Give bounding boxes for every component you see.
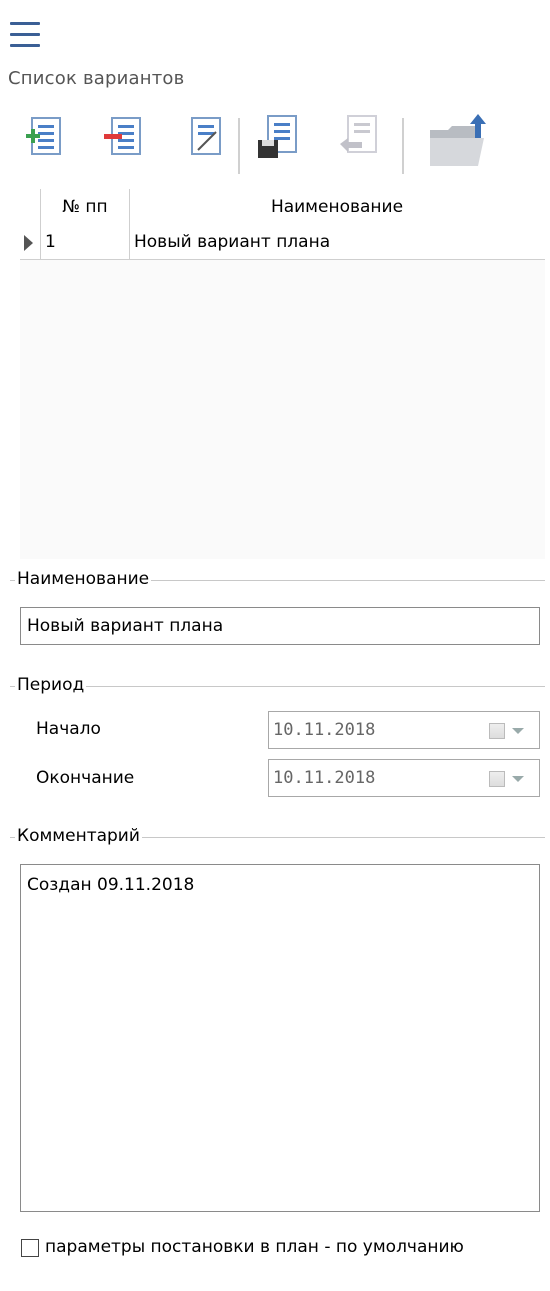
page-title: Список вариантов [8,68,185,89]
calendar-icon[interactable] [489,771,505,787]
start-date-picker[interactable]: 10.11.2018 [268,711,540,749]
save-variant-button[interactable] [252,110,308,174]
row-selected-arrow-icon [24,235,33,251]
calendar-icon[interactable] [489,723,505,739]
open-folder-button[interactable] [420,110,500,174]
column-header-number[interactable]: № пп [41,189,130,225]
folder-upload-icon [430,114,486,166]
name-input[interactable]: Новый вариант плана [20,607,540,645]
edit-variant-button[interactable] [178,110,234,174]
cell-number[interactable]: 1 [41,225,130,259]
edit-document-icon [191,117,221,155]
cell-name[interactable]: Новый вариант плана [130,225,545,259]
default-params-checkbox-label[interactable]: параметры постановки в план - по умолчан… [45,1237,464,1257]
end-date-value: 10.11.2018 [273,768,376,788]
toolbar [20,110,520,190]
table-row[interactable]: 1 Новый вариант плана [20,225,545,260]
remove-document-icon [104,117,141,155]
save-document-icon [258,115,297,158]
row-indicator-cell [20,225,41,259]
start-date-label: Начало [36,719,101,739]
add-document-icon [26,117,61,155]
period-group-border [10,686,545,687]
end-date-label: Окончание [36,768,135,788]
period-group-label: Период [15,675,87,695]
name-group-label: Наименование [15,569,152,589]
grid-header: № пп Наименование [20,189,545,226]
chevron-down-icon[interactable] [512,776,524,782]
toolbar-separator [238,118,240,174]
grid-header-indicator [20,189,41,225]
undo-document-icon [340,115,377,153]
undo-variant-button[interactable] [332,110,388,174]
comment-textarea[interactable]: Создан 09.11.2018 [20,864,540,1212]
add-variant-button[interactable] [20,110,76,174]
end-date-picker[interactable]: 10.11.2018 [268,759,540,797]
toolbar-separator [402,118,404,174]
variants-grid: № пп Наименование 1 Новый вариант плана [20,189,545,559]
default-params-checkbox[interactable] [21,1239,39,1257]
comment-group-label: Комментарий [15,826,142,846]
column-header-name[interactable]: Наименование [130,189,544,225]
hamburger-menu-icon[interactable] [8,18,42,52]
start-date-value: 10.11.2018 [273,720,376,740]
delete-variant-button[interactable] [100,110,156,174]
chevron-down-icon[interactable] [512,728,524,734]
